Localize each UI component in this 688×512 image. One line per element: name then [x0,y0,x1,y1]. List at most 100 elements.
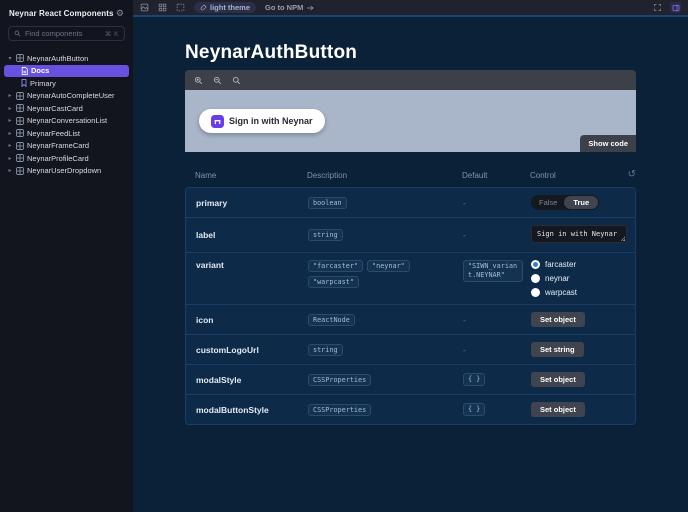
chevron-right-icon: ▸ [8,168,12,175]
arg-type-badge: boolean [308,196,347,209]
panel-toggle-icon[interactable] [670,2,681,13]
toggle-true[interactable]: True [564,196,599,209]
search-input[interactable]: Find components ⌘ K [8,26,125,41]
args-row-variant: variant "farcaster" "neynar" "warpcast" "SIW… [186,253,635,305]
args-table-header: Name Description Default Control ↺ [185,170,636,187]
sidebar-item-NeynarAuthButton[interactable]: ▾ NeynarAuthButton [0,52,133,65]
reset-controls-icon[interactable]: ↺ [616,170,636,180]
resize-handle-icon[interactable] [620,236,625,241]
col-default: Default [462,170,488,180]
component-icon [16,54,24,63]
fullscreen-icon[interactable] [653,3,662,12]
arg-default: - [463,315,531,325]
set-object-button[interactable]: Set object [531,372,585,387]
npm-link[interactable]: Go to NPM [265,3,314,12]
sidebar-item-NeynarConversationList[interactable]: ▸ NeynarConversationList [0,115,133,128]
chevron-right-icon: ▸ [8,155,12,162]
component-icon [16,104,24,113]
sidebar-header: Neynar React Components ⚙ [0,9,133,26]
arg-type-badge: "warpcast" [308,276,359,288]
sidebar-item-docs[interactable]: Docs [4,64,129,77]
radio-group: farcaster neynar warpcast [531,260,615,297]
set-string-button[interactable]: Set string [531,342,584,357]
sign-in-button[interactable]: Sign in with Neynar [199,109,325,133]
theme-toggle[interactable]: light theme [194,2,257,13]
gear-icon[interactable]: ⚙ [116,9,124,18]
col-control: Control [530,170,556,180]
chevron-right-icon: ▸ [8,143,12,150]
arg-default-badge: { } [463,402,486,417]
args-row-modalButtonStyle: modalButtonStyle CSSProperties { } Set obje… [186,395,635,424]
sidebar-item-NeynarFeedList[interactable]: ▸ NeynarFeedList [0,127,133,140]
arg-description: CSSProperties [308,373,463,386]
preview-area: Sign in with Neynar Show code [185,90,636,152]
arg-control: Set string [531,342,615,357]
chevron-right-icon: ▸ [8,105,12,112]
zoom-out-icon[interactable] [213,76,222,85]
arg-control: Set object [531,312,615,327]
col-description: Description [307,170,348,180]
arg-name: modalStyle [196,374,242,385]
args-table-body: primary boolean - FalseTrue label string - vari… [185,187,636,425]
sidebar-item-label: NeynarUserDropdown [27,166,102,176]
arg-type-badge: CSSProperties [308,403,372,416]
args-row-label: label string - [186,218,635,253]
boolean-toggle[interactable]: False True [531,195,600,210]
main-column: light theme Go to NPM NeynarAuthButton S… [133,0,688,512]
top-toolbar: light theme Go to NPM [133,0,688,17]
search-placeholder: Find components [25,29,83,38]
storybook-app: Neynar React Components ⚙ Find component… [0,0,688,512]
docs-content: NeynarAuthButton Sign in with Neynar Sho… [185,42,636,425]
arg-type-badge: CSSProperties [308,373,372,386]
args-row-customLogoUrl: customLogoUrl string - Set string [186,335,635,365]
arrow-right-icon [307,5,314,10]
sidebar-item-label: NeynarConversationList [27,116,108,126]
canvas-icon[interactable] [140,3,149,12]
args-row-primary: primary boolean - False True [186,188,635,218]
toolbar-right [653,2,681,13]
arg-type-badge: "farcaster" [308,260,364,272]
arg-default: { } [463,402,531,417]
story-icon [21,79,27,88]
radio-icon [531,288,540,297]
arg-control [531,225,627,245]
arg-control: farcaster neynar warpcast [531,260,615,297]
sidebar-item-primary[interactable]: Primary [0,77,133,90]
zoom-reset-icon[interactable] [232,76,241,85]
chevron-down-icon: ▾ [8,55,12,62]
arg-default: - [463,198,531,208]
zoom-in-icon[interactable] [194,76,203,85]
arg-default-badge: "SIWN_variant.NEYNAR" [463,260,523,283]
paintbrush-icon [200,4,207,11]
grid-icon[interactable] [158,3,167,12]
component-icon [16,141,24,150]
sidebar-item-NeynarUserDropdown[interactable]: ▸ NeynarUserDropdown [0,165,133,178]
show-code-button[interactable]: Show code [580,135,636,152]
component-icon [16,91,24,100]
set-object-button[interactable]: Set object [531,312,585,327]
arg-name: icon [196,314,214,325]
radio-warpcast[interactable]: warpcast [531,288,615,297]
sidebar-item-NeynarAutoCompleteUser[interactable]: ▸ NeynarAutoCompleteUser [0,90,133,103]
arg-description: boolean [308,196,463,209]
sidebar-item-NeynarFrameCard[interactable]: ▸ NeynarFrameCard [0,140,133,153]
sidebar-item-NeynarCastCard[interactable]: ▸ NeynarCastCard [0,102,133,115]
set-object-button[interactable]: Set object [531,402,585,417]
col-name: Name [195,170,217,180]
component-tree: ▾ NeynarAuthButton Docs Primary ▸ NeynarAutoC… [0,52,133,177]
page-title: NeynarAuthButton [185,42,358,63]
outline-icon[interactable] [176,3,185,12]
toggle-false[interactable]: False [532,196,564,209]
radio-farcaster[interactable]: farcaster [531,260,615,269]
arg-name: customLogoUrl [196,344,259,355]
arg-description: CSSProperties [308,403,463,416]
arg-default-value: - [463,344,466,355]
arg-type-badge: string [308,229,343,241]
arg-control: Set object [531,372,615,387]
radio-neynar[interactable]: neynar [531,274,615,283]
args-row-modalStyle: modalStyle CSSProperties { } Set object [186,365,635,395]
label-input[interactable] [531,225,627,243]
sidebar-item-NeynarProfileCard[interactable]: ▸ NeynarProfileCard [0,152,133,165]
arg-type-badge: "neynar" [367,260,410,272]
arg-name: primary [196,197,228,208]
